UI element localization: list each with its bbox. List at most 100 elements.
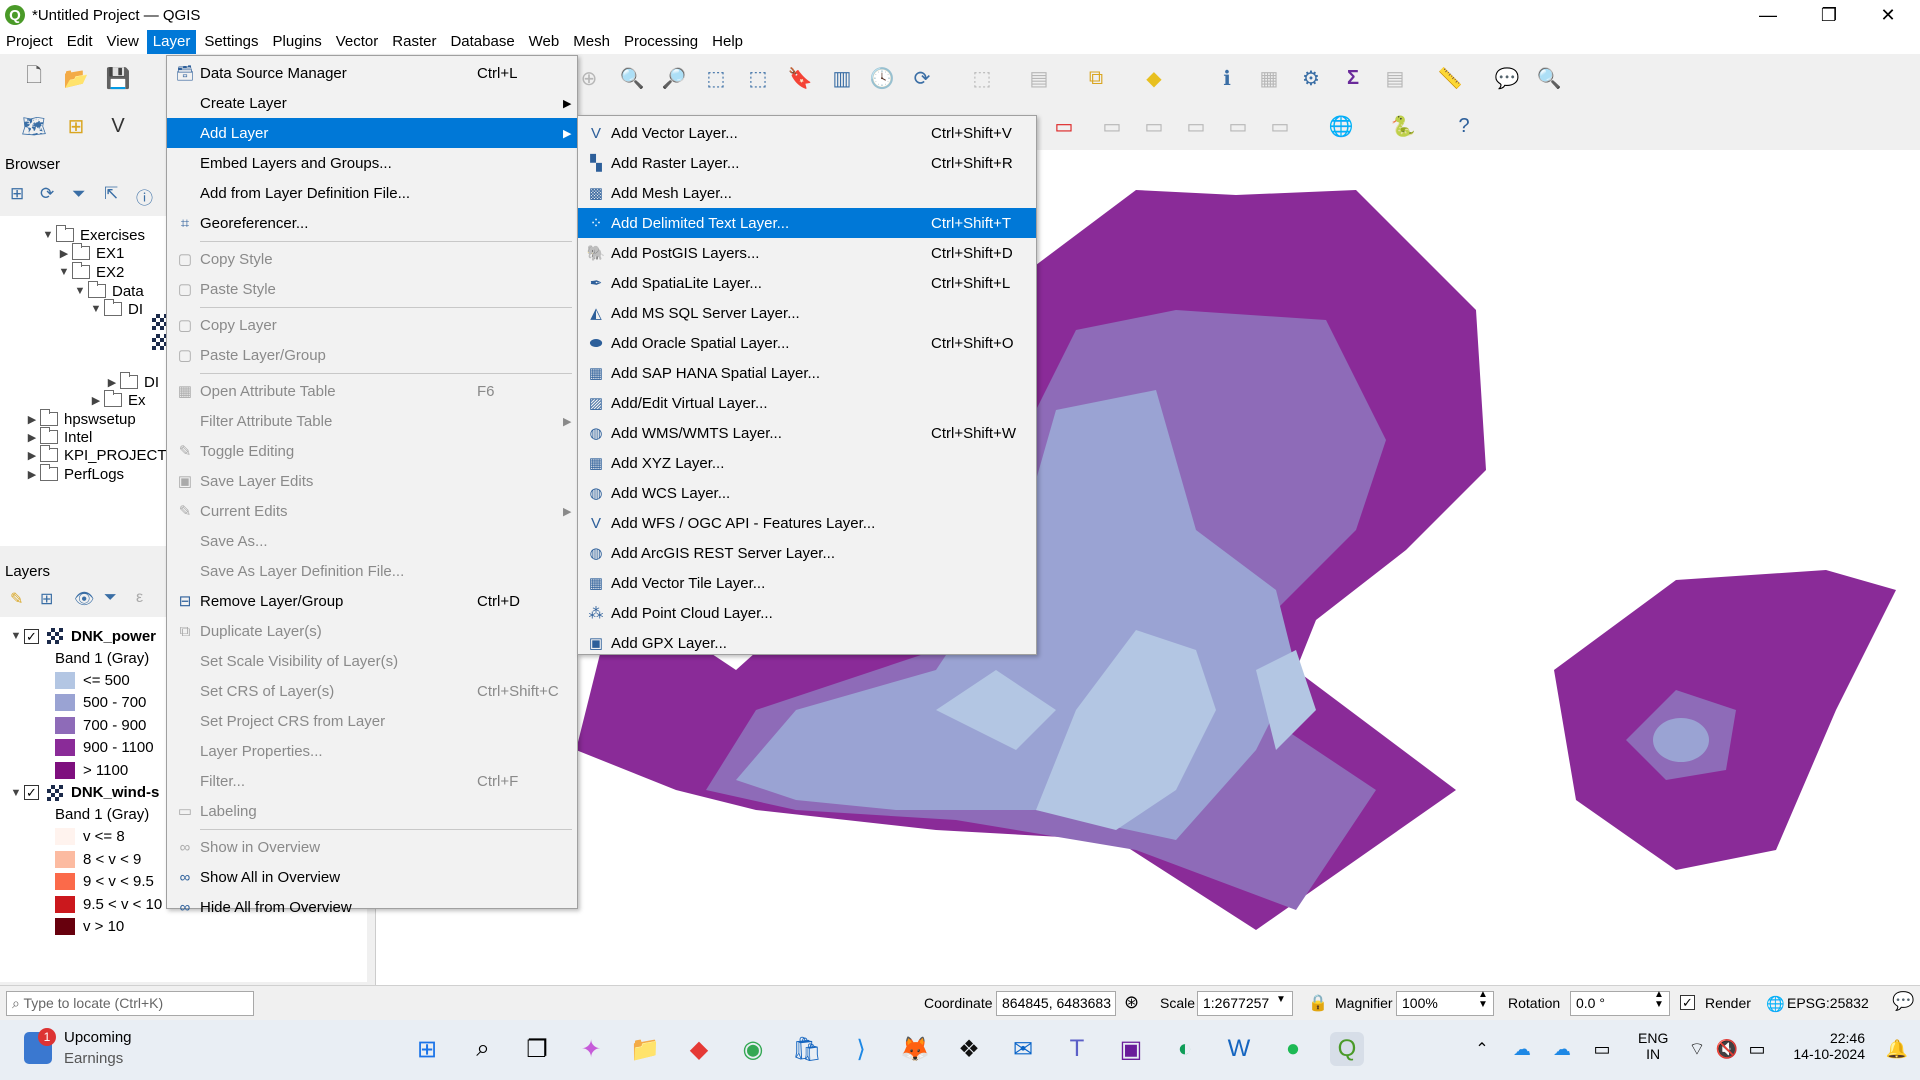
clock[interactable]: 22:46 14-10-2024 bbox=[1790, 1030, 1865, 1062]
copilot-icon[interactable]: ✦ bbox=[574, 1032, 608, 1066]
expanded-arrow-icon[interactable]: ▼ bbox=[56, 266, 72, 278]
menu-item-add-arcgis-rest-server-layer[interactable]: ◍ Add ArcGIS REST Server Layer... bbox=[578, 538, 1036, 568]
menu-item-filter-attribute-table[interactable]: Filter Attribute Table ▶ bbox=[167, 406, 577, 436]
add-group-icon[interactable]: ⊞ bbox=[40, 589, 53, 609]
menu-settings[interactable]: Settings bbox=[198, 30, 264, 54]
menu-item-add-oracle-spatial-layer[interactable]: ⬬ Add Oracle Spatial Layer... Ctrl+Shift+O bbox=[578, 328, 1036, 358]
zoom-layer-icon[interactable]: 🔍 bbox=[618, 64, 646, 92]
menu-item-paste-layer-group[interactable]: ▢ Paste Layer/Group bbox=[167, 340, 577, 370]
menu-project[interactable]: Project bbox=[0, 30, 59, 54]
expanded-arrow-icon[interactable]: ▼ bbox=[8, 630, 24, 642]
menu-item-set-project-crs-from-layer[interactable]: Set Project CRS from Layer bbox=[167, 706, 577, 736]
add-layer-toolbar-icon[interactable]: ⊞ bbox=[62, 112, 90, 140]
visibility-icon[interactable]: 👁 bbox=[74, 589, 94, 609]
menu-item-add-point-cloud-layer[interactable]: ⁂ Add Point Cloud Layer... bbox=[578, 598, 1036, 628]
add-selected-icon[interactable]: ⊞ bbox=[10, 184, 24, 204]
menu-item-copy-layer[interactable]: ▢ Copy Layer bbox=[167, 310, 577, 340]
show-hidden-icons-icon[interactable]: ⌃ bbox=[1465, 1032, 1499, 1066]
menu-item-layer-properties[interactable]: Layer Properties... bbox=[167, 736, 577, 766]
widget-subtitle[interactable]: Earnings bbox=[64, 1050, 123, 1067]
menu-plugins[interactable]: Plugins bbox=[267, 30, 328, 54]
label-rotate-icon[interactable]: ▭ bbox=[1224, 112, 1252, 140]
label-show-icon[interactable]: ▭ bbox=[1140, 112, 1168, 140]
collapsed-arrow-icon[interactable]: ▶ bbox=[88, 394, 104, 407]
properties-browser-icon[interactable]: ⓘ bbox=[136, 184, 153, 209]
temporal-controller-icon[interactable]: 🕓 bbox=[868, 64, 896, 92]
menu-raster[interactable]: Raster bbox=[386, 30, 442, 54]
menu-item-add-spatialite-layer[interactable]: ✒ Add SpatiaLite Layer... Ctrl+Shift+L bbox=[578, 268, 1036, 298]
menu-item-add-wcs-layer[interactable]: ◍ Add WCS Layer... bbox=[578, 478, 1036, 508]
help-icon[interactable]: ? bbox=[1450, 112, 1478, 140]
menu-item-add-wms-wmts-layer[interactable]: ◍ Add WMS/WMTS Layer... Ctrl+Shift+W bbox=[578, 418, 1036, 448]
chrome-icon[interactable]: ◉ bbox=[736, 1032, 770, 1066]
menu-item-set-crs-of-layer-s[interactable]: Set CRS of Layer(s) Ctrl+Shift+C bbox=[167, 676, 577, 706]
menu-item-toggle-editing[interactable]: ✎ Toggle Editing bbox=[167, 436, 577, 466]
maximize-button[interactable]: ❐ bbox=[1806, 0, 1852, 30]
collapsed-arrow-icon[interactable]: ▶ bbox=[24, 468, 40, 481]
menu-item-embed-layers-and-groups[interactable]: Embed Layers and Groups... bbox=[167, 148, 577, 178]
menu-item-paste-style[interactable]: ▢ Paste Style bbox=[167, 274, 577, 304]
zoom-next-icon[interactable]: ⬚ bbox=[744, 64, 772, 92]
python-console-icon[interactable]: 🐍 bbox=[1389, 112, 1417, 140]
menu-item-add-from-layer-definition-file[interactable]: Add from Layer Definition File... bbox=[167, 178, 577, 208]
refresh-browser-icon[interactable]: ⟳ bbox=[40, 184, 54, 204]
menu-item-add-sap-hana-spatial-layer[interactable]: ▦ Add SAP HANA Spatial Layer... bbox=[578, 358, 1036, 388]
menu-item-add-ms-sql-server-layer[interactable]: ◭ Add MS SQL Server Layer... bbox=[578, 298, 1036, 328]
layer-visibility-checkbox[interactable]: ✓ bbox=[24, 785, 39, 800]
messages-icon[interactable]: 💬 bbox=[1892, 991, 1914, 1012]
new-project-icon[interactable]: 🗋 bbox=[20, 64, 48, 92]
menu-item-add-gpx-layer[interactable]: ▣ Add GPX Layer... bbox=[578, 628, 1036, 658]
notifications-icon[interactable]: 🔔 bbox=[1880, 1032, 1914, 1066]
locator-search-icon[interactable]: 🔍 bbox=[1535, 64, 1563, 92]
menu-item-add-delimited-text-layer[interactable]: ⁘ Add Delimited Text Layer... Ctrl+Shift+T bbox=[578, 208, 1036, 238]
globe-plugin-icon[interactable]: 🌐 bbox=[1327, 112, 1355, 140]
rotation-spinner-icon[interactable]: ▲ ▼ bbox=[1654, 990, 1664, 1010]
deselect-icon[interactable]: ⧉ bbox=[1082, 64, 1110, 92]
menu-item-data-source-manager[interactable]: 🗃 Data Source Manager Ctrl+L bbox=[167, 58, 577, 88]
menu-item-add-vector-tile-layer[interactable]: ▦ Add Vector Tile Layer... bbox=[578, 568, 1036, 598]
menu-database[interactable]: Database bbox=[444, 30, 520, 54]
open-table-icon[interactable]: ▤ bbox=[1381, 64, 1409, 92]
collapsed-arrow-icon[interactable]: ▶ bbox=[56, 247, 72, 260]
label-toolbar-icon[interactable]: ▭ bbox=[1050, 112, 1078, 140]
menu-item-show-in-overview[interactable]: ∞ Show in Overview bbox=[167, 832, 577, 862]
crs-button[interactable]: EPSG:25832 bbox=[1787, 995, 1869, 1011]
menu-item-save-layer-edits[interactable]: ▣ Save Layer Edits bbox=[167, 466, 577, 496]
menu-edit[interactable]: Edit bbox=[61, 30, 99, 54]
browser-item[interactable]: ▼ DI bbox=[88, 298, 143, 320]
onedrive-icon[interactable]: ☁ bbox=[1505, 1032, 1539, 1066]
menu-item-add-layer[interactable]: Add Layer ▶ bbox=[167, 118, 577, 148]
map-tips-icon[interactable]: 💬 bbox=[1493, 64, 1521, 92]
collapsed-arrow-icon[interactable]: ▶ bbox=[24, 413, 40, 426]
filter-expression-icon[interactable]: ε bbox=[136, 589, 143, 607]
filter-browser-icon[interactable]: ⏷ bbox=[72, 184, 86, 204]
menu-layer[interactable]: Layer bbox=[146, 30, 197, 54]
tex-icon[interactable]: ▣ bbox=[1114, 1032, 1148, 1066]
locator-input[interactable]: ⌕ Type to locate (Ctrl+K) bbox=[6, 991, 254, 1016]
collapsed-arrow-icon[interactable]: ▶ bbox=[24, 449, 40, 462]
collapse-all-icon[interactable]: ⇱ bbox=[104, 184, 118, 204]
label-pin-icon[interactable]: ▭ bbox=[1098, 112, 1126, 140]
render-checkbox[interactable]: ✓ bbox=[1680, 994, 1703, 1010]
expanded-arrow-icon[interactable]: ▼ bbox=[88, 303, 104, 315]
browser-item[interactable]: ▶ PerfLogs bbox=[24, 463, 124, 485]
webex-icon[interactable]: W bbox=[1222, 1032, 1256, 1066]
layer-visibility-checkbox[interactable]: ✓ bbox=[24, 628, 39, 644]
measure-icon[interactable]: 📏 bbox=[1436, 64, 1464, 92]
red-app-icon[interactable]: ◆ bbox=[682, 1032, 716, 1066]
menu-item-show-all-in-overview[interactable]: ∞ Show All in Overview bbox=[167, 862, 577, 892]
outlook-icon[interactable]: ✉ bbox=[1006, 1032, 1040, 1066]
layer-row[interactable]: ▼ ✓ DNK_power bbox=[8, 625, 156, 647]
wifi-icon[interactable]: ⌔ bbox=[1680, 1032, 1714, 1066]
menu-item-labeling[interactable]: ▭ Labeling bbox=[167, 796, 577, 826]
menu-item-remove-layer-group[interactable]: ⊟ Remove Layer/Group Ctrl+D bbox=[167, 586, 577, 616]
file-explorer-icon[interactable]: 📁 bbox=[628, 1032, 662, 1066]
collapsed-arrow-icon[interactable]: ▶ bbox=[24, 431, 40, 444]
search-taskbar-icon[interactable]: ⌕ bbox=[466, 1032, 500, 1066]
menu-vector[interactable]: Vector bbox=[330, 30, 385, 54]
menu-item-add-wfs-ogc-api-features-layer[interactable]: V Add WFS / OGC API - Features Layer... bbox=[578, 508, 1036, 538]
crs-lock-icon[interactable]: ⊛ bbox=[1124, 992, 1139, 1013]
menu-item-add-postgis-layers[interactable]: 🐘 Add PostGIS Layers... Ctrl+Shift+D bbox=[578, 238, 1036, 268]
menu-item-add-edit-virtual-layer[interactable]: ▨ Add/Edit Virtual Layer... bbox=[578, 388, 1036, 418]
menu-item-copy-style[interactable]: ▢ Copy Style bbox=[167, 244, 577, 274]
